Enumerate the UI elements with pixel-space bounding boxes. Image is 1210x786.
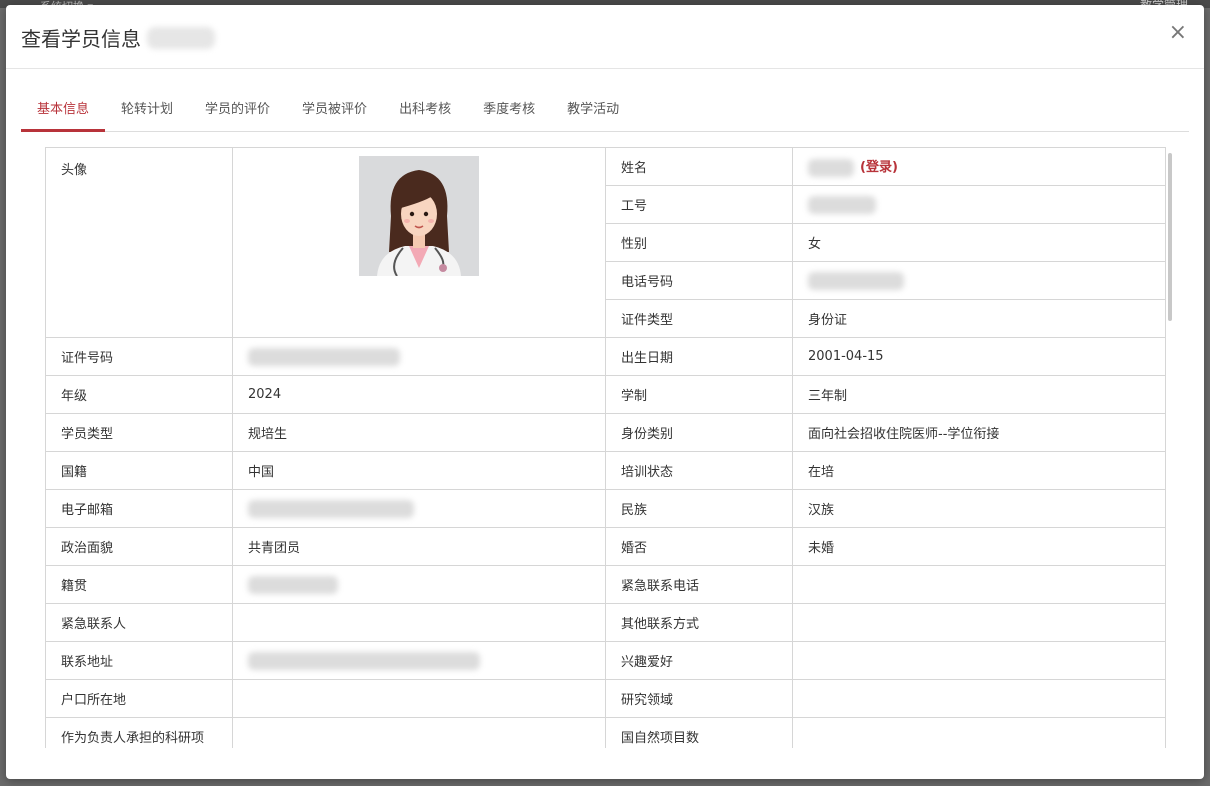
native-place-redacted — [248, 575, 338, 594]
modal-title-text: 查看学员信息 — [21, 27, 141, 51]
modal-title: 查看学员信息 — [21, 23, 215, 52]
phone-label: 电话号码 — [605, 261, 793, 300]
other-contact-value — [792, 603, 1166, 642]
ethnicity-label: 民族 — [605, 489, 793, 528]
tab-bar: 基本信息 轮转计划 学员的评价 学员被评价 出科考核 季度考核 教学活动 — [21, 89, 1189, 132]
id-type-value: 身份证 — [792, 299, 1166, 338]
table-row: 年级 2024 学制 三年制 — [45, 375, 1166, 414]
ethnicity-value: 汉族 — [792, 489, 1166, 528]
info-table: 头像 姓名 (登录) 工号 性别 女 电话号码 证件类型 身份证 证件号码 出生… — [45, 147, 1166, 748]
school-system-label: 学制 — [605, 375, 793, 414]
nationality-value: 中国 — [232, 451, 606, 490]
email-label: 电子邮箱 — [45, 489, 233, 528]
emergency-contact-label: 紧急联系人 — [45, 603, 233, 642]
tab-rotation-plan[interactable]: 轮转计划 — [105, 89, 189, 132]
id-type-label: 证件类型 — [605, 299, 793, 338]
job-no-label: 工号 — [605, 185, 793, 224]
student-info-modal: 查看学员信息 × 基本信息 轮转计划 学员的评价 学员被评价 出科考核 季度考核… — [6, 5, 1204, 779]
close-icon[interactable]: × — [1169, 22, 1187, 44]
email-value — [232, 489, 606, 528]
table-row: 籍贯 紧急联系电话 — [45, 565, 1166, 604]
id-no-value — [232, 337, 606, 376]
tab-student-evaluated[interactable]: 学员被评价 — [286, 89, 383, 132]
id-no-label: 证件号码 — [45, 337, 233, 376]
address-redacted — [248, 651, 480, 670]
tab-student-evaluations[interactable]: 学员的评价 — [189, 89, 286, 132]
marital-label: 婚否 — [605, 527, 793, 566]
native-place-label: 籍贯 — [45, 565, 233, 604]
name-label: 姓名 — [605, 147, 793, 186]
research-projects-value — [232, 717, 606, 748]
table-row: 头像 姓名 (登录) — [45, 147, 1166, 338]
school-system-value: 三年制 — [792, 375, 1166, 414]
female-doctor-avatar-icon — [359, 156, 479, 276]
student-type-label: 学员类型 — [45, 413, 233, 452]
job-no-redacted — [808, 195, 876, 214]
table-row: 证件号码 出生日期 2001-04-15 — [45, 337, 1166, 376]
avatar-cell — [232, 147, 606, 338]
table-row: 学员类型 规培生 身份类别 面向社会招收住院医师--学位衔接 — [45, 413, 1166, 452]
name-redacted — [808, 158, 854, 177]
emergency-phone-label: 紧急联系电话 — [605, 565, 793, 604]
hobby-label: 兴趣爱好 — [605, 641, 793, 680]
research-value — [792, 679, 1166, 718]
address-value — [232, 641, 606, 680]
table-row: 国籍 中国 培训状态 在培 — [45, 451, 1166, 490]
email-redacted — [248, 499, 414, 518]
gender-label: 性别 — [605, 223, 793, 262]
modal-header: 查看学员信息 × — [6, 5, 1204, 69]
info-table-container: 头像 姓名 (登录) 工号 性别 女 电话号码 证件类型 身份证 证件号码 出生… — [45, 147, 1170, 748]
birth-label: 出生日期 — [605, 337, 793, 376]
table-row: 紧急联系人 其他联系方式 — [45, 603, 1166, 642]
identity-label: 身份类别 — [605, 413, 793, 452]
household-label: 户口所在地 — [45, 679, 233, 718]
tab-teaching-activities[interactable]: 教学活动 — [551, 89, 635, 132]
tab-basic-info[interactable]: 基本信息 — [21, 89, 106, 132]
research-projects-label: 作为负责人承担的科研项 — [45, 717, 233, 748]
job-no-value — [792, 185, 1166, 224]
avatar-label: 头像 — [45, 147, 233, 338]
table-row: 电子邮箱 民族 汉族 — [45, 489, 1166, 528]
native-place-value — [232, 565, 606, 604]
table-row: 作为负责人承担的科研项 国自然项目数 — [45, 717, 1166, 748]
political-value: 共青团员 — [232, 527, 606, 566]
table-row: 政治面貌 共青团员 婚否 未婚 — [45, 527, 1166, 566]
emergency-phone-value — [792, 565, 1166, 604]
table-row: 联系地址 兴趣爱好 — [45, 641, 1166, 680]
student-type-value: 规培生 — [232, 413, 606, 452]
identity-value: 面向社会招收住院医师--学位衔接 — [792, 413, 1166, 452]
tab-department-exam[interactable]: 出科考核 — [383, 89, 467, 132]
grade-value: 2024 — [232, 375, 606, 414]
emergency-contact-value — [232, 603, 606, 642]
table-row: 户口所在地 研究领域 — [45, 679, 1166, 718]
nationality-label: 国籍 — [45, 451, 233, 490]
login-link[interactable]: (登录) — [860, 160, 898, 175]
marital-value: 未婚 — [792, 527, 1166, 566]
phone-redacted — [808, 271, 904, 290]
nsfc-value — [792, 717, 1166, 748]
household-value — [232, 679, 606, 718]
id-no-redacted — [248, 347, 400, 366]
training-status-value: 在培 — [792, 451, 1166, 490]
political-label: 政治面貌 — [45, 527, 233, 566]
grade-label: 年级 — [45, 375, 233, 414]
gender-value: 女 — [792, 223, 1166, 262]
name-value: (登录) — [792, 147, 1166, 186]
research-label: 研究领域 — [605, 679, 793, 718]
phone-value — [792, 261, 1166, 300]
nsfc-label: 国自然项目数 — [605, 717, 793, 748]
tab-quarterly-exam[interactable]: 季度考核 — [467, 89, 551, 132]
scrollbar-thumb[interactable] — [1168, 153, 1172, 321]
other-contact-label: 其他联系方式 — [605, 603, 793, 642]
birth-value: 2001-04-15 — [792, 337, 1166, 376]
student-name-redacted — [147, 26, 215, 49]
hobby-value — [792, 641, 1166, 680]
address-label: 联系地址 — [45, 641, 233, 680]
training-status-label: 培训状态 — [605, 451, 793, 490]
